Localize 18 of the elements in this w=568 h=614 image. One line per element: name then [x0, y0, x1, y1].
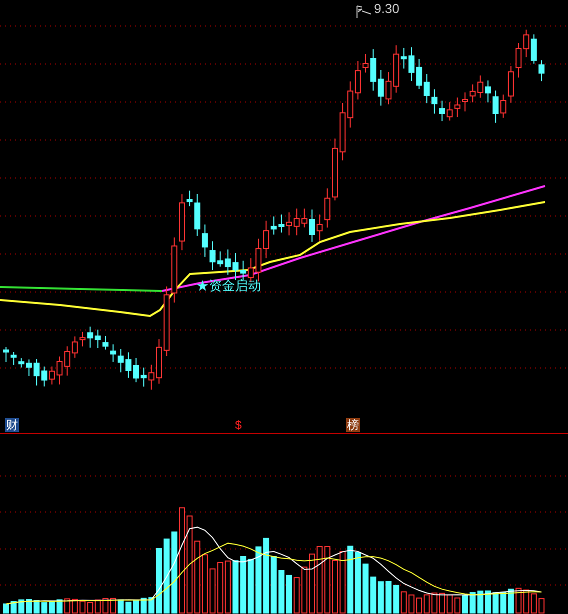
candlestick	[309, 208, 315, 242]
dollar-badge[interactable]: $	[234, 418, 243, 432]
candlestick	[462, 92, 468, 112]
volume-bar	[156, 548, 162, 614]
volume-bar	[462, 595, 468, 614]
ranking-badge[interactable]: 榜	[346, 418, 360, 432]
candlestick	[232, 252, 238, 280]
candlestick	[386, 72, 392, 105]
candlestick	[156, 338, 162, 384]
candlestick	[80, 331, 86, 347]
finance-badge[interactable]: 财	[5, 418, 19, 432]
high-price-label: 9.30	[374, 2, 400, 15]
candlestick	[538, 60, 544, 82]
volume-bar	[232, 560, 238, 614]
volume-bar	[3, 603, 9, 614]
candlestick	[3, 346, 9, 362]
volume-bar	[386, 580, 392, 614]
high-marker-icon	[356, 6, 372, 18]
